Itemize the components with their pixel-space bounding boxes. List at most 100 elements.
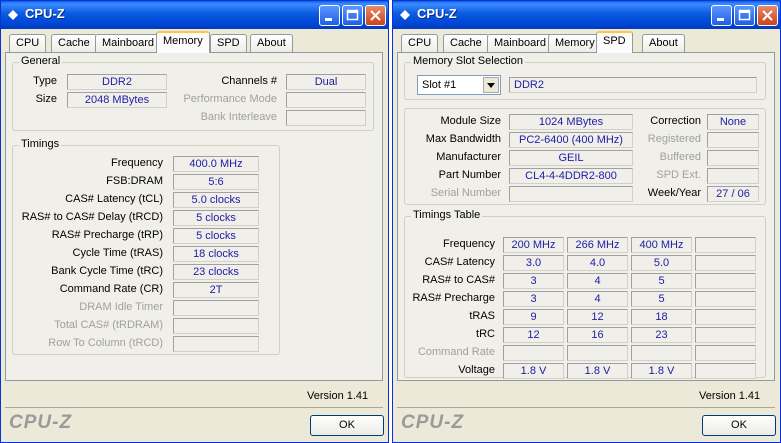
performance-mode-label: Performance Mode	[183, 93, 277, 105]
tab-cache[interactable]: Cache	[443, 34, 489, 53]
minimize-icon	[717, 18, 724, 21]
tab-spd[interactable]: SPD	[210, 34, 247, 53]
size-value: 2048 MBytes	[67, 92, 167, 108]
tt-tras-cell: 9	[503, 309, 564, 325]
correction-label: Correction	[650, 115, 701, 127]
tt-trc-cell: 23	[631, 327, 692, 343]
serial-number-value	[509, 186, 633, 202]
tab-cpu[interactable]: CPU	[401, 34, 439, 53]
tt-command-rate-cell	[695, 345, 756, 361]
week-year-value: 27 / 06	[707, 186, 759, 202]
channels-label: Channels #	[221, 75, 277, 87]
tt-ras-to-cas-label: RAS# to CAS#	[422, 274, 495, 286]
tt-ras-precharge-label: RAS# Precharge	[412, 292, 495, 304]
bank-interleave-label: Bank Interleave	[200, 111, 277, 123]
separator	[397, 407, 775, 408]
tt-ras-to-cas-cell: 3	[503, 273, 564, 289]
tt-ras-to-cas-cell: 5	[631, 273, 692, 289]
tt-trc-cell: 16	[567, 327, 628, 343]
maximize-button[interactable]	[342, 5, 363, 26]
minimize-button[interactable]	[711, 5, 732, 26]
tt-trc-label: tRC	[476, 328, 495, 340]
cpuz-logo: CPU-Z	[9, 412, 73, 433]
manufacturer-value: GEIL	[509, 150, 633, 166]
tt-cas-latency-label: CAS# Latency	[424, 256, 495, 268]
total-cas-label: Total CAS# (tRDRAM)	[54, 319, 163, 331]
command-rate-value: 2T	[173, 282, 259, 298]
manufacturer-label: Manufacturer	[436, 151, 501, 163]
frequency-label: Frequency	[111, 157, 163, 169]
tab-strip: CPU Cache Mainboard Memory SPD About	[397, 31, 776, 53]
part-number-value: CL4-4-4DDR2-800	[509, 168, 633, 184]
frequency-value: 400.0 MHz	[173, 156, 259, 172]
tt-ras-precharge-cell: 5	[631, 291, 692, 307]
cpuz-logo: CPU-Z	[401, 412, 465, 433]
tab-mainboard[interactable]: Mainboard	[487, 34, 553, 53]
registered-value	[707, 132, 759, 148]
cas-latency-value: 5.0 clocks	[173, 192, 259, 208]
maximize-icon	[738, 9, 751, 21]
tt-ras-precharge-cell: 4	[567, 291, 628, 307]
close-icon	[762, 10, 773, 21]
spd-ext-label: SPD Ext.	[656, 169, 701, 181]
row-to-column-label: Row To Column (tRCD)	[48, 337, 163, 349]
ras-to-cas-value: 5 clocks	[173, 210, 259, 226]
tt-tras-label: tRAS	[469, 310, 495, 322]
tab-cache[interactable]: Cache	[51, 34, 97, 53]
tab-cpu[interactable]: CPU	[9, 34, 47, 53]
bank-cycle-time-label: Bank Cycle Time (tRC)	[51, 265, 163, 277]
tt-cas-latency-cell: 3.0	[503, 255, 564, 271]
general-legend: General	[19, 55, 63, 67]
title-bar[interactable]: CPU-Z	[393, 1, 780, 29]
row-to-column-value	[173, 336, 259, 352]
close-button[interactable]	[757, 5, 778, 26]
dropdown-arrow[interactable]	[483, 77, 499, 93]
cycle-time-value: 18 clocks	[173, 246, 259, 262]
close-button[interactable]	[365, 5, 386, 26]
ras-precharge-value: 5 clocks	[173, 228, 259, 244]
title-bar[interactable]: CPU-Z	[1, 1, 388, 29]
cycle-time-label: Cycle Time (tRAS)	[72, 247, 163, 259]
correction-value: None	[707, 114, 759, 130]
module-size-label: Module Size	[440, 115, 501, 127]
module-size-value: 1024 MBytes	[509, 114, 633, 130]
tt-ras-precharge-cell: 3	[503, 291, 564, 307]
module-info-group: Module Size 1024 MBytes Max Bandwidth PC…	[404, 108, 766, 205]
type-value: DDR2	[67, 74, 167, 90]
maximize-icon	[346, 9, 359, 21]
chevron-down-icon	[487, 83, 495, 88]
spd-panel: Memory Slot Selection Slot #1 DDR2 Modul…	[397, 52, 775, 381]
tab-memory[interactable]: Memory	[156, 31, 210, 53]
tt-tras-cell: 12	[567, 309, 628, 325]
tab-spd[interactable]: SPD	[596, 31, 633, 53]
tt-voltage-label: Voltage	[458, 364, 495, 376]
tt-tras-cell: 18	[631, 309, 692, 325]
maximize-button[interactable]	[734, 5, 755, 26]
general-group: General Type DDR2 Size 2048 MBytes Chann…	[12, 55, 374, 131]
tt-ras-to-cas-cell: 4	[567, 273, 628, 289]
slot-select[interactable]: Slot #1	[417, 75, 501, 95]
minimize-button[interactable]	[319, 5, 340, 26]
tt-cas-latency-cell	[695, 255, 756, 271]
command-rate-label: Command Rate (CR)	[59, 283, 163, 295]
max-bandwidth-label: Max Bandwidth	[425, 133, 501, 145]
part-number-label: Part Number	[438, 169, 501, 181]
tab-memory[interactable]: Memory	[548, 34, 602, 53]
ok-button[interactable]: OK	[310, 415, 384, 436]
spd-ext-value	[707, 168, 759, 184]
tt-trc-cell	[695, 327, 756, 343]
tt-ras-to-cas-cell	[695, 273, 756, 289]
version-label: Version 1.41	[699, 390, 761, 402]
tab-about[interactable]: About	[642, 34, 685, 53]
tt-command-rate-cell	[503, 345, 564, 361]
ok-button[interactable]: OK	[702, 415, 776, 436]
tt-voltage-cell: 1.8 V	[567, 363, 628, 379]
tt-frequency-cell	[695, 237, 756, 253]
tt-frequency-cell: 266 MHz	[567, 237, 628, 253]
bank-cycle-time-value: 23 clocks	[173, 264, 259, 280]
tt-tras-cell	[695, 309, 756, 325]
tab-about[interactable]: About	[250, 34, 293, 53]
tab-mainboard[interactable]: Mainboard	[95, 34, 161, 53]
version-label: Version 1.41	[307, 390, 369, 402]
ras-to-cas-label: RAS# to CAS# Delay (tRCD)	[21, 211, 163, 223]
